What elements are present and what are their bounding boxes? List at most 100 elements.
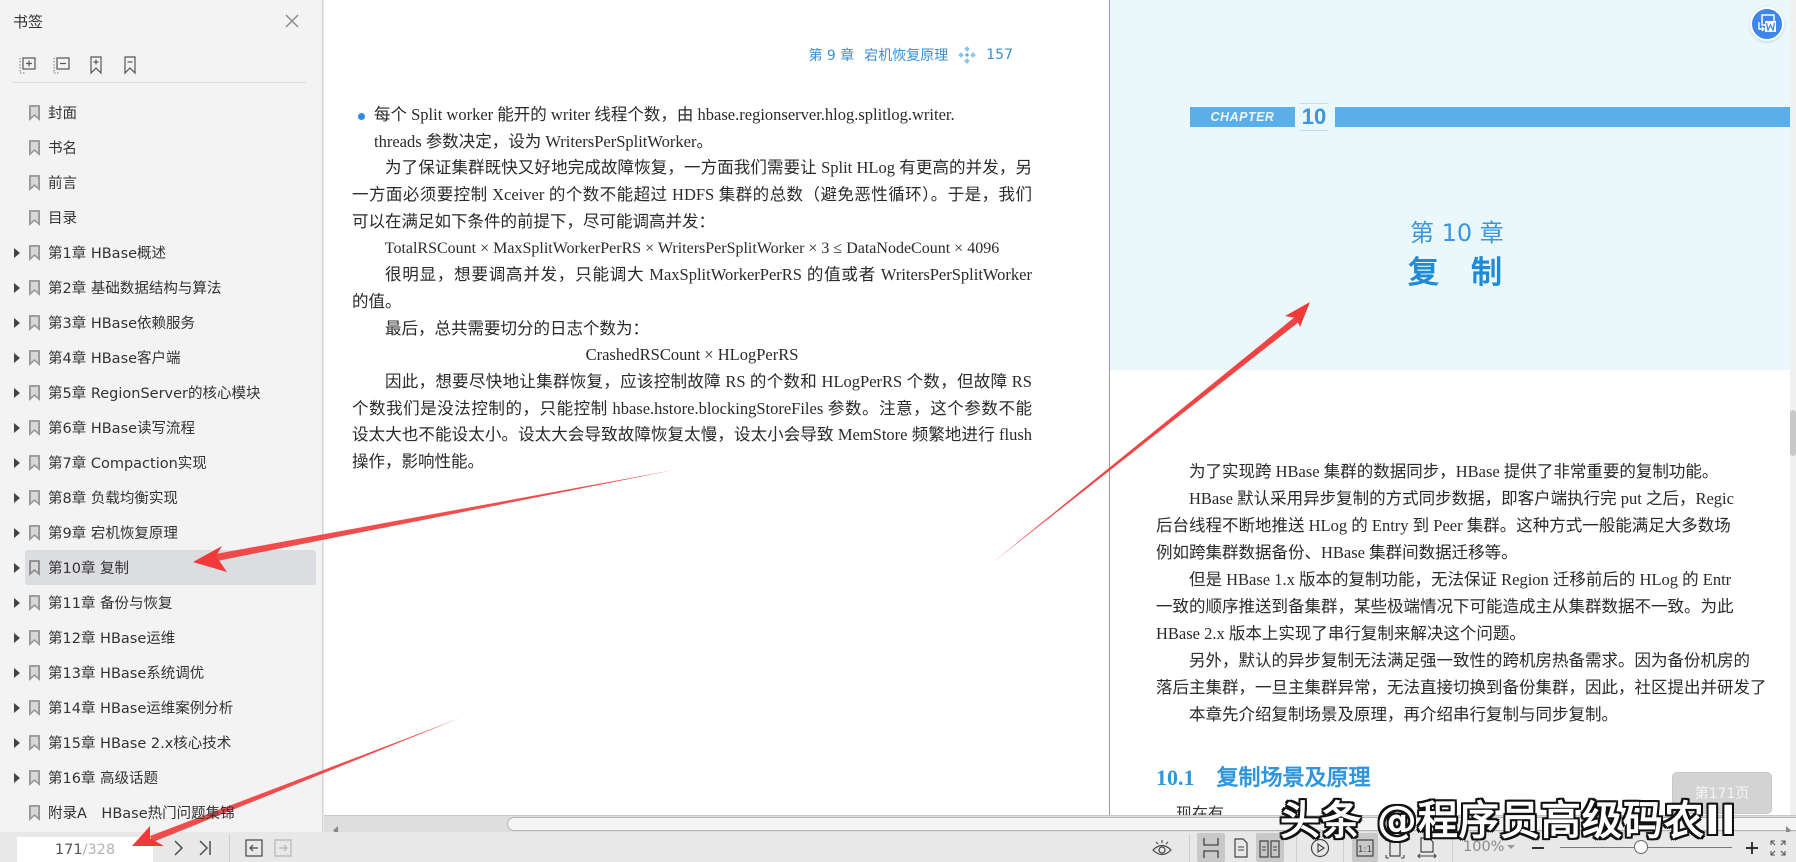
expand-triangle-icon[interactable] [14, 667, 24, 678]
text-line: 落后主集群，一旦主集群异常，无法直接切换到备份集群，因此，社区提出并研发了 [1156, 678, 1767, 697]
text-line: 为了实现跨 HBase 集群的数据同步，HBase 提供了非常重要的复制功能。 [1189, 462, 1719, 481]
expand-triangle-icon[interactable] [14, 317, 24, 328]
bookmark-label: 前言 [48, 176, 77, 192]
bookmark-item[interactable]: 第8章 负载均衡实现 [0, 480, 323, 515]
expand-triangle-icon[interactable] [14, 352, 24, 363]
page-number-input[interactable]: 171/328 [17, 837, 153, 862]
bookmark-item[interactable]: 第7章 Compaction实现 [0, 445, 323, 480]
chapter-title: 复制 [1408, 255, 1534, 291]
text-line: 但是 HBase 1.x 版本的复制功能，无法保证 Region 迁移前后的 H… [1189, 570, 1732, 589]
paragraph: 很明显，想要调高并发，只能调大 MaxSplitWorkerPerRS 的值或者… [352, 265, 1032, 311]
single-page-icon [1234, 838, 1248, 858]
zoom-in-button[interactable] [1744, 835, 1760, 861]
expand-triangle-icon[interactable] [14, 702, 24, 713]
back-button[interactable] [244, 835, 264, 861]
forward-button[interactable] [273, 835, 293, 861]
text-line: 例如跨集群数据备份、HBase 集群间数据迁移等。 [1156, 543, 1518, 562]
bookmark-icon [29, 174, 41, 191]
bookmark-item[interactable]: 前言 [0, 165, 323, 200]
bookmark-list: 封面书名前言目录 第1章 HBase概述 第2章 基础数据结构与算法第3章 HBas… [0, 95, 323, 830]
bookmark-item[interactable]: 第15章 HBase 2.x核心技术 [0, 725, 323, 760]
vertical-scroll-thumb[interactable] [1790, 410, 1796, 456]
bookmark-label: 第10章 复制 [48, 561, 130, 577]
bookmark-label: 第5章 RegionServer的核心模块 [48, 386, 261, 402]
bookmark-item[interactable]: 第12章 HBase运维 [0, 620, 323, 655]
remove-bookmark-button[interactable] [120, 54, 140, 76]
bookmark-icon [29, 104, 41, 121]
bookmark-item[interactable]: 第10章 复制 [0, 550, 323, 585]
bookmark-item[interactable]: 封面 [0, 95, 323, 130]
scroll-left-button[interactable] [332, 820, 340, 835]
last-page-button[interactable] [194, 835, 216, 861]
bookmark-icon [29, 244, 41, 261]
bookmark-label: 第3章 HBase依赖服务 [48, 316, 196, 332]
page-157: 第 9 章 宕机恢复原理 157 每个 Split worker 能开的 wri… [324, 0, 1109, 815]
scroll-right-button[interactable] [1784, 820, 1792, 835]
expand-triangle-icon[interactable] [14, 562, 24, 573]
paragraph: 因此，想要尽快地让集群恢复，应该控制故障 RS 的个数和 HLogPerRS 个… [352, 372, 1032, 472]
add-bookmark-button[interactable] [86, 54, 106, 76]
expand-triangle-icon[interactable] [14, 737, 24, 748]
diamond-ornament-icon [958, 46, 977, 64]
fullscreen-button[interactable] [1768, 835, 1788, 861]
bookmark-item[interactable]: 书名 [0, 130, 323, 165]
bookmark-item[interactable]: 附录A HBase热门问题集锦 [0, 795, 323, 830]
bookmark-item[interactable]: 第11章 备份与恢复 [0, 585, 323, 620]
document-view[interactable]: 第 9 章 宕机恢复原理 157 每个 Split worker 能开的 wri… [324, 0, 1790, 815]
read-mode-button[interactable] [1150, 835, 1174, 861]
expand-triangle-icon[interactable] [14, 527, 24, 538]
expand-triangle-icon[interactable] [14, 597, 24, 608]
expand-triangle-icon[interactable] [14, 247, 24, 258]
expand-triangle-icon[interactable] [14, 772, 24, 783]
bookmark-item[interactable]: 第16章 高级话题 [0, 760, 323, 795]
bookmark-item[interactable]: 目录 [0, 200, 323, 235]
bullet-item: 每个 Split worker 能开的 writer 线程个数，由 hbase.… [352, 102, 1032, 155]
fullscreen-icon [1770, 840, 1786, 856]
collapse-all-button[interactable] [52, 54, 72, 76]
bookmark-item[interactable]: 第3章 HBase依赖服务 [0, 305, 323, 340]
bookmark-icon [29, 349, 41, 366]
bookmark-item[interactable]: 第4章 HBase客户端 [0, 340, 323, 375]
text-line: HBase 2.x 版本上实现了串行复制来解决这个问题。 [1156, 624, 1526, 643]
page-number: 157 [986, 47, 1013, 63]
expand-triangle-icon[interactable] [14, 492, 24, 503]
expand-triangle-icon[interactable] [14, 457, 24, 468]
bookmark-label: 书名 [48, 141, 77, 157]
plus-icon [1746, 842, 1758, 854]
chapter-number: 10 [1300, 103, 1328, 131]
bookmark-label: 第4章 HBase客户端 [48, 351, 181, 367]
close-sidebar-button[interactable] [283, 12, 301, 30]
chapter-label: CHAPTER [1190, 107, 1295, 127]
expand-all-icon [19, 57, 36, 74]
vertical-scrollbar[interactable] [1790, 0, 1796, 815]
bookmark-icon [29, 384, 41, 401]
pdf-to-word-button[interactable] [1750, 7, 1784, 41]
bookmark-item[interactable]: 第9章 宕机恢复原理 [0, 515, 323, 550]
zoom-slider[interactable] [1560, 840, 1732, 854]
bookmark-item[interactable]: 第6章 HBase读写流程 [0, 410, 323, 445]
bookmark-item[interactable]: 第14章 HBase运维案例分析 [0, 690, 323, 725]
bookmark-item[interactable]: 第13章 HBase系统调优 [0, 655, 323, 690]
expand-triangle-icon[interactable] [14, 632, 24, 643]
bookmark-item[interactable]: 第2章 基础数据结构与算法 [0, 270, 323, 305]
single-page-button[interactable] [1229, 835, 1253, 861]
bullet-text-cont: threads 参数决定，设为 WritersPerSplitWorker。 [374, 131, 713, 151]
expand-triangle-icon[interactable] [14, 282, 24, 293]
expand-triangle-icon[interactable] [14, 422, 24, 433]
bookmark-label: 第9章 宕机恢复原理 [48, 526, 178, 542]
bookmark-item[interactable]: 第5章 RegionServer的核心模块 [0, 375, 323, 410]
bookmark-icon [29, 489, 41, 506]
bookmark-item[interactable]: 第1章 HBase概述 [0, 235, 323, 270]
bookmark-icon [29, 769, 41, 786]
paragraph: 最后，总共需要切分的日志个数为： [385, 318, 649, 338]
bookmark-icon [29, 524, 41, 541]
sidebar-title: 书签 [13, 13, 44, 31]
next-page-button[interactable] [168, 835, 188, 861]
expand-triangle-icon[interactable] [14, 387, 24, 398]
bookmark-icon [29, 139, 41, 156]
bookmark-label: 第14章 HBase运维案例分析 [48, 701, 234, 717]
continuous-view-button[interactable] [1197, 833, 1225, 862]
expand-all-button[interactable] [18, 54, 38, 76]
bookmark-label: 第8章 负载均衡实现 [48, 491, 178, 507]
